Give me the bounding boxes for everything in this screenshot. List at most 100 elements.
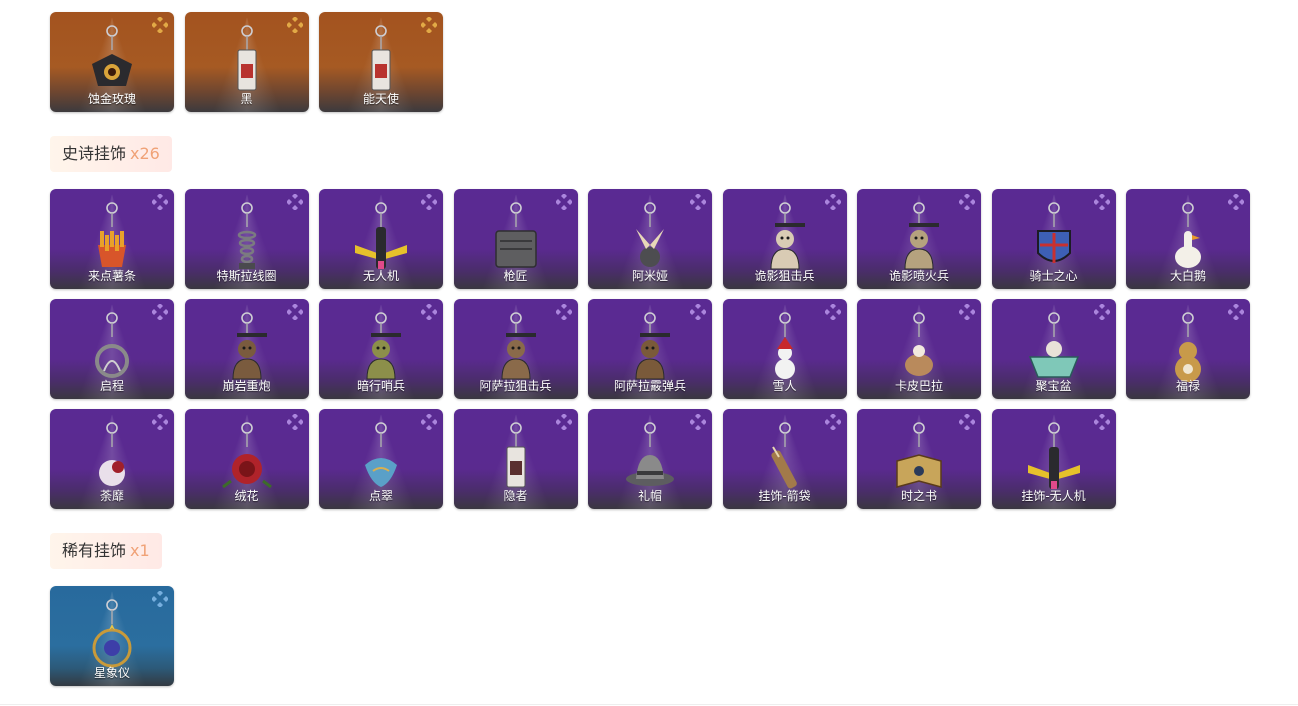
charm-name-label: 暗行哨兵 <box>356 379 405 393</box>
legendary-charm-card[interactable]: 能天使 <box>319 12 443 112</box>
charm-name-label: 挂饰-箭袋 <box>758 489 811 503</box>
rarity-diamond-icon <box>690 304 706 320</box>
rarity-diamond-icon <box>286 194 303 210</box>
charm-name-label: 荼靡 <box>99 489 124 503</box>
rarity-diamond-icon <box>555 304 572 320</box>
charm-name-label: 黑 <box>240 92 253 106</box>
epic-charm-card[interactable]: 福禄 <box>1126 299 1250 399</box>
rarity-diamond-icon <box>152 591 168 607</box>
flower-charm-icon <box>99 422 125 486</box>
epic-charm-card[interactable]: 雪人 <box>722 299 847 399</box>
snowman-charm-icon <box>774 312 795 379</box>
charm-name-label: 无人机 <box>362 269 399 283</box>
figure-charm-icon <box>769 202 805 270</box>
figure-charm-icon <box>500 312 536 380</box>
charm-name-label: 大白鹅 <box>1169 269 1206 283</box>
charm-name-label: 来点薯条 <box>87 269 136 283</box>
epic-charm-card[interactable]: 特斯拉线圈 <box>184 189 309 289</box>
epic-charm-card[interactable]: 荼靡 <box>50 409 174 509</box>
rarity-diamond-icon <box>690 194 706 210</box>
charm-name-label: 挂饰-无人机 <box>1021 489 1086 503</box>
legendary-charm-grid: 蚀金玫瑰 黑 能天使 <box>50 12 1250 112</box>
rarity-diamond-icon <box>286 304 303 320</box>
rarity-diamond-icon <box>286 17 303 33</box>
charm-name-label: 诡影喷火兵 <box>888 269 949 283</box>
drone-charm-icon <box>1027 422 1080 489</box>
rarity-diamond-icon <box>421 194 437 210</box>
charm-name-label: 崩岩重炮 <box>222 379 271 393</box>
section-count-epic: x26 <box>130 144 160 163</box>
drone-charm-icon <box>355 202 407 269</box>
rarity-diamond-icon <box>824 414 841 430</box>
book-charm-icon <box>896 422 942 488</box>
rarity-diamond-icon <box>1228 304 1244 320</box>
epic-charm-card[interactable]: 诡影狙击兵 <box>722 189 847 289</box>
epic-charm-card[interactable]: 卡皮巴拉 <box>857 299 981 399</box>
rarity-diamond-icon <box>690 414 706 430</box>
charm-name-label: 雪人 <box>772 379 797 393</box>
rarity-diamond-icon <box>421 304 437 320</box>
rarity-diamond-icon <box>1093 414 1110 430</box>
epic-charm-card[interactable]: 枪匠 <box>453 189 578 289</box>
epic-charm-card[interactable]: 暗行哨兵 <box>319 299 443 399</box>
rarity-diamond-icon <box>421 414 437 430</box>
bottom-divider <box>0 704 1298 705</box>
epic-charm-card[interactable]: 礼帽 <box>588 409 712 509</box>
goose-charm-icon <box>1175 202 1201 268</box>
epic-charm-card[interactable]: 崩岩重炮 <box>184 299 309 399</box>
charm-name-label: 能天使 <box>362 92 399 106</box>
charm-name-label: 枪匠 <box>503 269 528 283</box>
epic-charm-card[interactable]: 阿米娅 <box>588 189 712 289</box>
fries-charm-icon <box>98 202 126 267</box>
toolbox-charm-icon <box>494 202 537 268</box>
rarity-diamond-icon <box>1093 304 1110 320</box>
epic-charm-card[interactable]: 骑士之心 <box>991 189 1116 289</box>
figure-charm-icon <box>366 312 401 380</box>
charm-name-label: 时之书 <box>900 489 937 503</box>
epic-charm-card[interactable]: 点翠 <box>319 409 443 509</box>
rarity-diamond-icon <box>152 17 168 33</box>
charm-name-label: 诡影狙击兵 <box>754 269 815 283</box>
epic-charm-card[interactable]: 挂饰-无人机 <box>991 409 1116 509</box>
quiver-charm-icon <box>770 422 797 489</box>
section-header-rare: 稀有挂饰 x1 <box>50 533 162 569</box>
charm-name-label: 隐者 <box>503 489 528 503</box>
astrolabe-charm-icon <box>92 599 132 668</box>
epic-charm-card[interactable]: 阿萨拉霰弹兵 <box>588 299 712 399</box>
charm-name-label: 启程 <box>99 379 124 393</box>
epic-charm-card[interactable]: 无人机 <box>319 189 443 289</box>
rarity-diamond-icon <box>152 304 168 320</box>
epic-charm-card[interactable]: 诡影喷火兵 <box>857 189 981 289</box>
charm-collection: 蚀金玫瑰 黑 能天使 史诗挂饰 x26 来点薯条 特斯拉线圈 无人机 枪匠 阿米娅 诡影狙击兵 诡… <box>50 12 1250 686</box>
epic-charm-card[interactable]: 绒花 <box>184 409 309 509</box>
epic-charm-card[interactable]: 挂饰-箭袋 <box>722 409 847 509</box>
charm-name-label: 福禄 <box>1175 379 1200 393</box>
charm-name-label: 阿萨拉狙击兵 <box>479 379 552 393</box>
rare-charm-card[interactable]: 星象仪 <box>50 586 174 686</box>
legendary-charm-card[interactable]: 蚀金玫瑰 <box>50 12 174 112</box>
section-header-epic: 史诗挂饰 x26 <box>50 136 172 172</box>
rarity-diamond-icon <box>286 414 303 430</box>
epic-charm-card[interactable]: 阿萨拉狙击兵 <box>453 299 578 399</box>
rarity-diamond-icon <box>1228 194 1244 210</box>
charm-name-label: 阿米娅 <box>631 269 668 283</box>
charm-name-label: 蚀金玫瑰 <box>87 92 136 106</box>
charm-name-label: 星象仪 <box>93 666 130 680</box>
hat-charm-icon <box>626 422 674 486</box>
bird-charm-icon <box>365 422 397 487</box>
charm-name-label: 卡皮巴拉 <box>894 379 943 393</box>
charm-name-label: 阿萨拉霰弹兵 <box>613 379 686 393</box>
tag-charm-icon <box>506 422 525 488</box>
epic-charm-card[interactable]: 时之书 <box>857 409 981 509</box>
epic-charm-card[interactable]: 启程 <box>50 299 174 399</box>
figure-charm-icon <box>231 312 267 380</box>
epic-charm-card[interactable]: 隐者 <box>453 409 578 509</box>
epic-charm-card[interactable]: 聚宝盆 <box>991 299 1116 399</box>
epic-charm-card[interactable]: 来点薯条 <box>50 189 174 289</box>
epic-charm-card[interactable]: 大白鹅 <box>1126 189 1250 289</box>
charm-name-label: 点翠 <box>368 489 393 503</box>
legendary-charm-card[interactable]: 黑 <box>184 12 309 112</box>
section-title-epic: 史诗挂饰 <box>62 144 127 163</box>
shield-charm-icon <box>1036 202 1071 263</box>
rarity-diamond-icon <box>555 194 572 210</box>
